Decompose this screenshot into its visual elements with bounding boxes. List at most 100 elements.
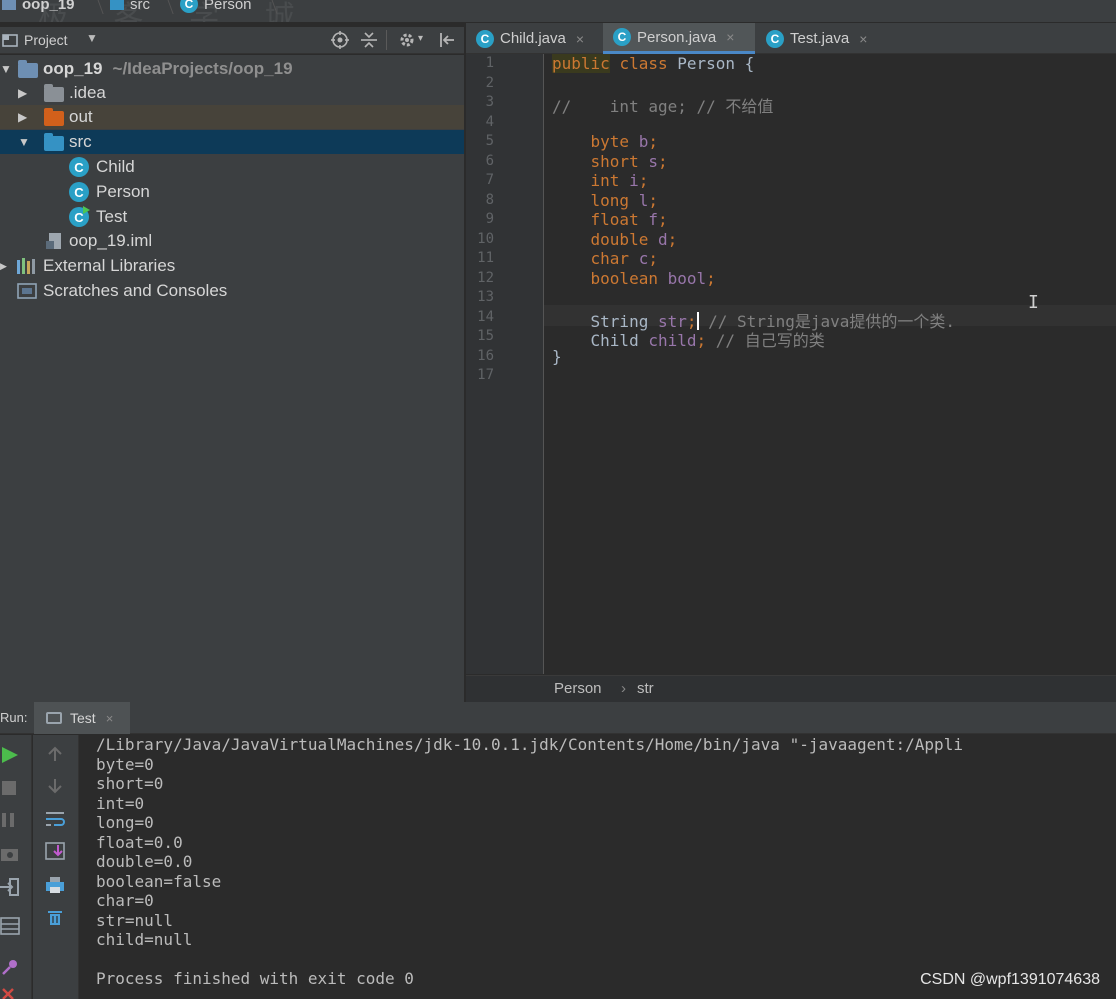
locate-icon[interactable] <box>331 31 349 49</box>
collapsed-arrow-icon[interactable]: ▶ <box>18 110 27 124</box>
class-icon: C <box>69 182 89 202</box>
chevron-down-icon[interactable]: ▼ <box>86 31 98 45</box>
line-number: 16 <box>477 347 494 364</box>
tree-item-scratches[interactable]: Scratches and Consoles <box>0 279 464 303</box>
close-icon[interactable]: × <box>859 31 867 47</box>
rerun-icon[interactable] <box>0 745 20 765</box>
line-number: 14 <box>477 308 494 325</box>
code-line-12: boolean bool; <box>590 268 716 288</box>
tree-item-label: oop_19.iml <box>69 231 153 250</box>
tab-child-java[interactable]: C Child.java × <box>466 23 602 54</box>
tree-item-person[interactable]: C Person <box>0 180 464 204</box>
class-icon: C <box>613 28 631 46</box>
hide-panel-icon[interactable] <box>438 31 456 49</box>
tab-label: Test <box>70 710 96 726</box>
comment: // int age; // 不给值 <box>552 97 774 116</box>
line-number: 2 <box>485 74 494 91</box>
print-icon[interactable] <box>44 875 66 895</box>
close-icon[interactable] <box>0 987 20 999</box>
tree-item-external-libraries[interactable]: ▶ External Libraries <box>0 254 464 278</box>
type-keyword: long <box>590 190 630 210</box>
code-line-3: // int age; // 不给值 <box>552 93 774 116</box>
expanded-arrow-icon[interactable]: ▼ <box>18 135 30 149</box>
run-marker-icon <box>83 206 90 214</box>
scroll-to-end-icon[interactable] <box>44 841 66 861</box>
class-icon: C <box>69 157 89 177</box>
tab-label: Child.java <box>500 30 566 47</box>
tab-run-test[interactable]: Test × <box>34 702 130 734</box>
nav-crumb-person[interactable]: C Person <box>180 0 252 14</box>
type-keyword: int <box>590 171 620 190</box>
project-panel-header: Project ▼ ▾ <box>0 27 464 54</box>
type-keyword: byte <box>590 132 630 151</box>
nav-crumb-project[interactable]: oop_19 <box>2 0 75 14</box>
collapsed-arrow-icon[interactable]: ▶ <box>18 86 27 100</box>
close-icon[interactable]: × <box>726 29 734 45</box>
tree-item-oop_19[interactable]: ▼ oop_19 ~/IdeaProjects/oop_19 <box>0 57 464 81</box>
field-name: s <box>648 151 658 171</box>
tree-item-child[interactable]: C Child <box>0 155 464 179</box>
nav-crumb-label: oop_19 <box>22 0 75 13</box>
nav-crumb-src[interactable]: src <box>110 0 150 14</box>
tree-item-label: External Libraries <box>43 256 176 275</box>
line-number: 8 <box>485 191 494 208</box>
console-line: double=0.0 <box>96 852 193 871</box>
line-number: 11 <box>477 250 494 266</box>
field-name: b <box>638 132 649 151</box>
credit-watermark: CSDN @wpf1391074638 <box>920 971 1100 988</box>
stop-icon[interactable] <box>0 779 18 797</box>
code-line-11: char c; <box>590 249 658 268</box>
tree-item-test[interactable]: C Test <box>0 205 464 229</box>
code-line-16: } <box>552 347 562 367</box>
arrow-down-icon[interactable] <box>46 777 64 795</box>
tab-test-java[interactable]: C Test.java × <box>756 23 884 54</box>
code-line-8: long l; <box>590 190 658 210</box>
project-tree: ▼ oop_19 ~/IdeaProjects/oop_19 ▶ .idea ▶ … <box>0 55 464 702</box>
nav-crumb-label: src <box>130 0 150 13</box>
source-folder-icon <box>44 133 64 151</box>
editor-tab-bar: C Child.java × C Person.java × C Test.ja… <box>466 23 1116 54</box>
close-icon[interactable]: × <box>576 31 584 47</box>
pin-icon[interactable] <box>0 957 20 977</box>
code-editor[interactable]: 1 2 3 4 5 6 7 8 9 10 11 12 13 14 15 16 1… <box>466 54 1116 674</box>
login-icon[interactable] <box>0 877 20 897</box>
line-number: 5 <box>485 133 494 149</box>
trash-icon[interactable] <box>45 907 65 927</box>
source-folder-icon <box>110 0 124 10</box>
field-name: child <box>648 331 697 350</box>
gear-icon[interactable] <box>398 31 416 49</box>
close-icon[interactable]: × <box>106 711 114 726</box>
mouse-ibeam-cursor-icon: I <box>1028 292 1039 313</box>
navigation-bar: 极 客 学 城 oop_19 src C Person <box>0 0 1116 22</box>
collapse-all-icon[interactable] <box>360 31 378 49</box>
arrow-up-icon[interactable] <box>46 745 64 763</box>
tree-item-src[interactable]: ▼ src <box>0 130 464 154</box>
collapsed-arrow-icon[interactable]: ▶ <box>0 261 7 272</box>
tree-item-iml[interactable]: oop_19.iml <box>0 229 464 253</box>
type-keyword: short <box>590 151 639 171</box>
breadcrumb-class[interactable]: Person <box>554 680 602 697</box>
run-panel-header: Run: Test × <box>0 702 1116 734</box>
tree-item-label: Child <box>96 157 135 176</box>
code-line-9: float f; <box>590 210 668 229</box>
tree-item-out[interactable]: ▶ out <box>0 105 464 129</box>
tab-person-java[interactable]: C Person.java × <box>603 23 755 54</box>
pause-icon[interactable] <box>0 811 18 829</box>
console-line: int=0 <box>96 793 145 813</box>
tree-item-label: Scratches and Consoles <box>43 281 228 300</box>
keyword: class <box>619 54 668 73</box>
run-console[interactable]: /Library/Java/JavaVirtualMachines/jdk-10… <box>80 735 1116 999</box>
field-name: i <box>629 171 639 190</box>
line-number: 6 <box>485 152 494 169</box>
tree-item-idea[interactable]: ▶ .idea <box>0 81 464 105</box>
class-icon: C <box>476 29 494 48</box>
layout-icon[interactable] <box>0 917 20 935</box>
chevron-down-icon[interactable]: ▾ <box>418 33 423 44</box>
soft-wrap-icon[interactable] <box>44 809 66 829</box>
expanded-arrow-icon[interactable]: ▼ <box>0 62 12 76</box>
line-number: 9 <box>485 211 494 227</box>
breadcrumb-member[interactable]: str <box>637 680 654 697</box>
editor-breadcrumb: Person › str <box>466 675 1116 702</box>
line-number: 12 <box>477 269 494 286</box>
camera-icon[interactable] <box>0 845 20 863</box>
